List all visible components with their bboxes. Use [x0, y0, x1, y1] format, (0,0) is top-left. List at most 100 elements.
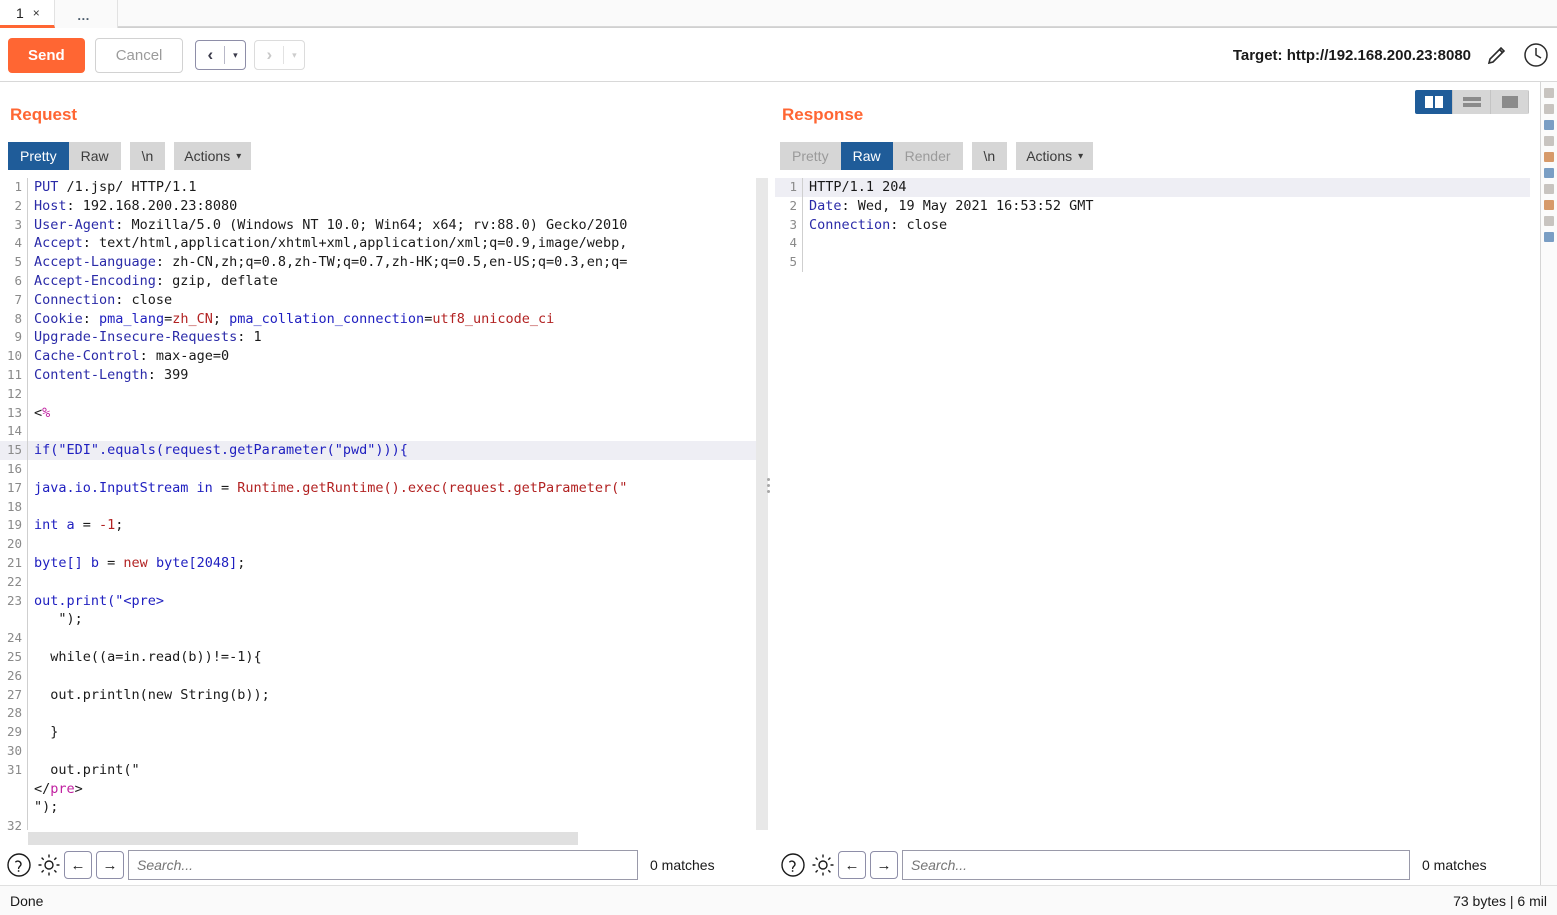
- side-panel-item[interactable]: [1544, 216, 1554, 226]
- line-number: 7: [0, 290, 28, 310]
- back-button[interactable]: ‹ ▾: [195, 40, 247, 70]
- request-tab-raw[interactable]: Raw: [68, 142, 121, 170]
- code-line: 14: [0, 422, 756, 442]
- response-panel-title: Response: [782, 105, 864, 124]
- response-tab-pretty[interactable]: Pretty: [780, 142, 841, 170]
- code-line: 28: [0, 704, 756, 724]
- side-panel-item[interactable]: [1544, 88, 1554, 98]
- status-right-text: 73 bytes | 6 mil: [1453, 892, 1547, 909]
- request-horizontal-scrollbar[interactable]: [28, 832, 578, 845]
- code-line: 24: [0, 629, 756, 648]
- line-number: 24: [0, 629, 28, 648]
- side-panel-item[interactable]: [1544, 136, 1554, 146]
- code-line: 13 <%: [0, 403, 756, 423]
- line-number: [0, 610, 28, 630]
- request-newline-toggle[interactable]: \n: [129, 142, 166, 170]
- code-line: 12: [0, 384, 756, 404]
- side-panel-item[interactable]: [1544, 184, 1554, 194]
- line-number: 3: [775, 215, 803, 235]
- search-next-button[interactable]: →: [870, 851, 898, 879]
- line-number: 27: [0, 685, 28, 705]
- code-text: Connection: close: [34, 291, 173, 308]
- response-actions-button[interactable]: Actions ▾: [1016, 142, 1094, 170]
- side-panel-item[interactable]: [1544, 232, 1554, 242]
- layout-stacked-button[interactable]: [1453, 90, 1491, 114]
- tab-more[interactable]: …: [54, 0, 118, 28]
- code-text: while((a=in.read(b))!=-1){: [34, 648, 262, 665]
- send-button[interactable]: Send: [8, 37, 85, 73]
- chevron-down-icon[interactable]: ▾: [225, 41, 245, 69]
- code-text: }: [34, 724, 59, 741]
- line-number: 9: [0, 328, 28, 348]
- search-next-button[interactable]: →: [96, 851, 124, 879]
- code-text: Cookie: pma_lang=zh_CN; pma_collation_co…: [34, 310, 555, 327]
- tab-1-label: 1: [16, 4, 24, 21]
- clock-icon[interactable]: [1523, 42, 1549, 68]
- cancel-button[interactable]: Cancel: [94, 37, 184, 73]
- code-text: PUT /1.jsp/ HTTP/1.1: [34, 179, 197, 195]
- request-tab-pretty[interactable]: Pretty: [8, 142, 69, 170]
- code-line: 10 Cache-Control: max-age=0: [0, 347, 756, 366]
- gear-icon[interactable]: [808, 852, 838, 878]
- side-panel-item[interactable]: [1544, 104, 1554, 114]
- request-editor[interactable]: 1 PUT /1.jsp/ HTTP/1.1 2 Host: 192.168.200.…: [0, 178, 756, 830]
- code-line: 16: [0, 459, 756, 479]
- code-text: Cache-Control: max-age=0: [34, 348, 230, 365]
- code-line: 2 Date: Wed, 19 May 2021 16:53:52 GMT: [775, 196, 1530, 216]
- side-panel-item[interactable]: [1544, 168, 1554, 178]
- request-actions-button[interactable]: Actions ▾: [174, 142, 252, 170]
- question-mark-icon[interactable]: [4, 852, 34, 878]
- response-tab-render[interactable]: Render: [892, 142, 963, 170]
- code-line: 22: [0, 572, 756, 592]
- code-line: 3 User-Agent: Mozilla/5.0 (Windows NT 10.…: [0, 215, 756, 235]
- code-text: ");: [34, 799, 59, 816]
- response-editor[interactable]: 1 HTTP/1.1 204 2 Date: Wed, 19 May 2021 16:…: [775, 178, 1530, 830]
- pencil-icon[interactable]: [1485, 43, 1509, 67]
- side-panel-item[interactable]: [1544, 200, 1554, 210]
- code-line: 20: [0, 535, 756, 554]
- search-prev-button[interactable]: ←: [838, 851, 866, 879]
- code-text: HTTP/1.1 204: [809, 179, 907, 195]
- code-line: 21 byte[] b = new byte[2048];: [0, 553, 756, 573]
- request-actions-label: Actions: [184, 148, 231, 164]
- line-number: 5: [775, 253, 803, 272]
- side-panel-item[interactable]: [1544, 152, 1554, 162]
- tab-bar-filler: [117, 0, 1557, 27]
- layout-single-button[interactable]: [1491, 90, 1529, 114]
- response-search-input[interactable]: [902, 850, 1410, 880]
- response-tab-raw[interactable]: Raw: [840, 142, 893, 170]
- line-number: 3: [0, 215, 28, 235]
- line-number: 1: [775, 178, 803, 197]
- code-line: 17 java.io.InputStream in = Runtime.getRu…: [0, 478, 756, 498]
- request-search-input[interactable]: [128, 850, 638, 880]
- status-left-text: Done: [10, 892, 44, 909]
- question-mark-icon[interactable]: [778, 852, 808, 878]
- request-view-tabs: Pretty Raw \n Actions ▾: [8, 142, 252, 170]
- search-prev-button[interactable]: ←: [64, 851, 92, 879]
- right-side-panel[interactable]: [1540, 82, 1557, 885]
- line-number: 23: [0, 591, 28, 611]
- line-number: 1: [0, 178, 28, 197]
- tab-bar: 1 × …: [0, 0, 1557, 28]
- code-line: 23 out.print("<pre>: [0, 591, 756, 611]
- code-text: java.io.InputStream in = Runtime.getRunt…: [34, 479, 628, 496]
- close-icon[interactable]: ×: [33, 7, 40, 19]
- side-panel-item[interactable]: [1544, 120, 1554, 130]
- gear-icon[interactable]: [34, 852, 64, 878]
- response-newline-toggle[interactable]: \n: [971, 142, 1008, 170]
- layout-toggle-group: [1415, 90, 1529, 114]
- forward-button[interactable]: › ▾: [254, 40, 306, 70]
- chevron-down-icon[interactable]: ▾: [284, 41, 304, 69]
- panel-splitter[interactable]: [763, 470, 773, 500]
- request-vertical-scrollbar[interactable]: [756, 178, 768, 830]
- tab-1[interactable]: 1 ×: [0, 0, 55, 28]
- code-line: 25 while((a=in.read(b))!=-1){: [0, 647, 756, 667]
- code-line: 19 int a = -1;: [0, 516, 756, 536]
- layout-side-by-side-button[interactable]: [1415, 90, 1453, 114]
